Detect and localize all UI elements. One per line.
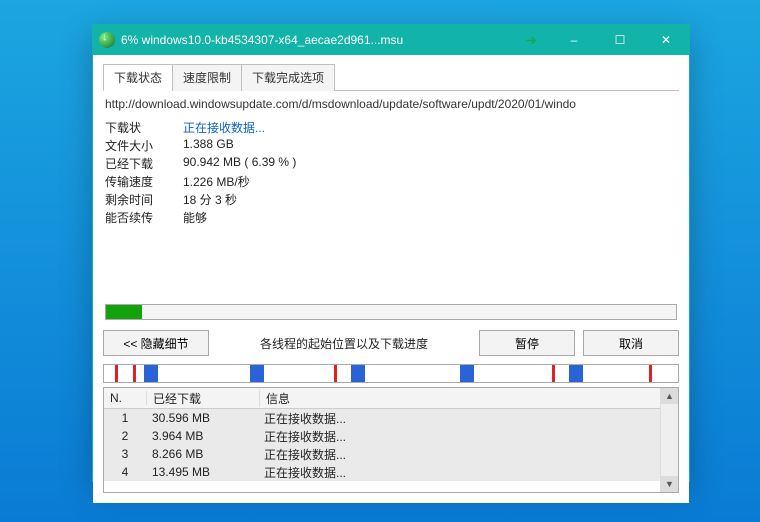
segment-marker <box>351 365 365 382</box>
titlebar[interactable]: 6% windows10.0-kb4534307-x64_aecae2d961.… <box>93 25 689 55</box>
tab-speed-limit[interactable]: 速度限制 <box>172 64 242 91</box>
value-status: 正在接收数据... <box>183 119 265 136</box>
table-body: 130.596 MB正在接收数据...23.964 MB正在接收数据...38.… <box>104 409 678 481</box>
scroll-down-icon[interactable]: ▼ <box>661 476 678 492</box>
pause-button[interactable]: 暂停 <box>479 330 575 356</box>
cell-downloaded: 3.964 MB <box>146 429 258 443</box>
cell-downloaded: 8.266 MB <box>146 447 258 461</box>
table-row[interactable]: 130.596 MB正在接收数据... <box>104 409 678 427</box>
value-speed: 1.226 MB/秒 <box>183 173 250 190</box>
minimize-button[interactable]: – <box>551 25 597 55</box>
threads-table: N. 已经下载 信息 130.596 MB正在接收数据...23.964 MB正… <box>103 387 679 493</box>
cell-downloaded: 13.495 MB <box>146 465 258 479</box>
segment-marker <box>115 365 118 382</box>
threads-caption: 各线程的起始位置以及下载进度 <box>209 335 479 352</box>
tab-status[interactable]: 下载状态 <box>103 64 173 91</box>
col-n[interactable]: N. <box>104 391 147 405</box>
tab-bar: 下载状态 速度限制 下载完成选项 <box>103 63 679 91</box>
progress-fill <box>106 305 142 319</box>
cell-info: 正在接收数据... <box>258 464 678 481</box>
value-downloaded: 90.942 MB ( 6.39 % ) <box>183 155 296 172</box>
label-downloaded: 已经下载 <box>105 155 183 172</box>
cell-info: 正在接收数据... <box>258 428 678 445</box>
client-area: 下载状态 速度限制 下载完成选项 http://download.windows… <box>93 55 689 503</box>
progress-bar <box>105 304 677 320</box>
maximize-button[interactable]: ☐ <box>597 25 643 55</box>
col-downloaded[interactable]: 已经下载 <box>147 390 260 407</box>
cell-n: 2 <box>104 429 146 443</box>
close-button[interactable]: ✕ <box>643 25 689 55</box>
download-url: http://download.windowsupdate.com/d/msdo… <box>105 97 677 111</box>
value-time-left: 18 分 3 秒 <box>183 191 237 208</box>
segment-marker <box>569 365 583 382</box>
segment-marker <box>649 365 652 382</box>
table-row[interactable]: 23.964 MB正在接收数据... <box>104 427 678 445</box>
table-row[interactable]: 38.266 MB正在接收数据... <box>104 445 678 463</box>
col-info[interactable]: 信息 <box>260 390 678 407</box>
cell-n: 4 <box>104 465 146 479</box>
window-controls: – ☐ ✕ <box>551 25 689 55</box>
table-row[interactable]: 413.495 MB正在接收数据... <box>104 463 678 481</box>
segment-marker <box>133 365 136 382</box>
window-title: 6% windows10.0-kb4534307-x64_aecae2d961.… <box>121 33 511 47</box>
value-resume: 能够 <box>183 209 207 226</box>
segment-marker <box>250 365 264 382</box>
arrow-icon: ➔ <box>525 32 537 49</box>
cell-info: 正在接收数据... <box>258 446 678 463</box>
segment-marker <box>334 365 337 382</box>
label-resume: 能否续传 <box>105 209 183 226</box>
tab-complete-options[interactable]: 下载完成选项 <box>241 64 335 91</box>
segment-marker <box>552 365 555 382</box>
button-row: << 隐藏细节 各线程的起始位置以及下载进度 暂停 取消 <box>103 330 679 356</box>
cell-info: 正在接收数据... <box>258 410 678 427</box>
cell-n: 3 <box>104 447 146 461</box>
scroll-up-icon[interactable]: ▲ <box>661 388 678 404</box>
label-speed: 传输速度 <box>105 173 183 190</box>
cancel-button[interactable]: 取消 <box>583 330 679 356</box>
label-file-size: 文件大小 <box>105 137 183 154</box>
table-header: N. 已经下载 信息 <box>104 388 678 409</box>
cell-downloaded: 30.596 MB <box>146 411 258 425</box>
app-icon <box>99 32 115 48</box>
label-status: 下载状 <box>105 119 183 136</box>
download-dialog: 6% windows10.0-kb4534307-x64_aecae2d961.… <box>92 24 690 482</box>
segment-bar <box>103 364 679 383</box>
segment-marker <box>460 365 474 382</box>
value-file-size: 1.388 GB <box>183 137 234 154</box>
hide-details-button[interactable]: << 隐藏细节 <box>103 330 209 356</box>
label-time-left: 剩余时间 <box>105 191 183 208</box>
vertical-scrollbar[interactable]: ▲ ▼ <box>660 388 678 492</box>
segment-marker <box>144 365 158 382</box>
cell-n: 1 <box>104 411 146 425</box>
